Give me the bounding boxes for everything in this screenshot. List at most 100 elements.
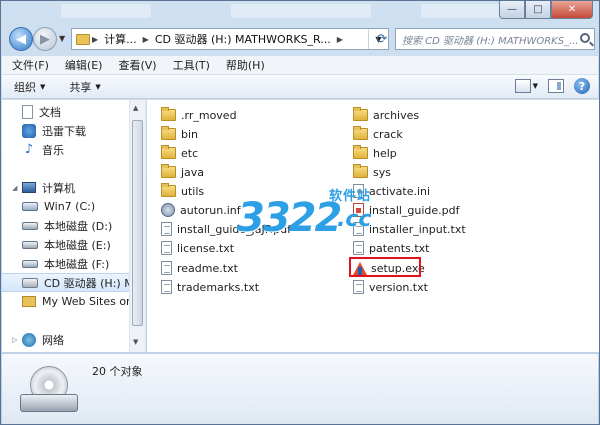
document-icon — [22, 104, 33, 119]
breadcrumb-separator-icon[interactable]: ▶ — [90, 35, 100, 44]
file-name: archives — [373, 108, 420, 122]
file-item[interactable]: autorun.inf — [161, 201, 241, 219]
cd-tray-icon — [20, 394, 78, 412]
forward-button[interactable]: ▶ — [33, 27, 57, 51]
text-file-icon — [161, 280, 172, 294]
nav-item-computer[interactable]: ◢ 计算机 — [2, 178, 129, 197]
text-file-icon — [161, 222, 172, 236]
item-count: 20 个对象 — [92, 365, 143, 378]
folder-icon — [161, 145, 176, 159]
menu-file[interactable]: 文件(F) — [12, 57, 49, 73]
recent-pages-dropdown[interactable]: ▼ — [59, 34, 65, 43]
file-item[interactable]: trademarks.txt — [161, 278, 259, 296]
file-item[interactable]: sys — [353, 163, 391, 181]
organize-button[interactable]: 组织 ▼ — [14, 79, 45, 95]
expand-arrow-icon[interactable]: ◢ — [12, 184, 20, 192]
breadcrumb-separator-icon[interactable]: ▶ — [141, 35, 151, 44]
file-item[interactable]: archives — [353, 106, 419, 124]
breadcrumb-computer[interactable]: 计算... — [100, 31, 141, 47]
file-item[interactable]: utils — [161, 182, 204, 200]
nav-item-label: 计算机 — [42, 181, 75, 195]
text-file-icon — [161, 261, 172, 275]
scroll-up-icon[interactable]: ▲ — [133, 104, 138, 112]
watermark-logo: 3322 .cc 软件站 — [237, 185, 407, 245]
explorer-window: — □ ✕ ◀ ▶ ▼ ▶ 计算... ▶ CD 驱动器 (H:) MATHWO… — [0, 0, 600, 425]
menu-edit[interactable]: 编辑(E) — [65, 57, 103, 73]
folder-icon — [161, 164, 176, 178]
nav-item-drive-d[interactable]: 本地磁盘 (D:) — [2, 216, 129, 235]
breadcrumb-cd-drive[interactable]: CD 驱动器 (H:) MATHWORKS_R... — [151, 31, 335, 47]
file-item[interactable]: license.txt — [161, 239, 234, 257]
folder-icon — [353, 145, 368, 159]
nav-item-network[interactable]: ▷ 网络 — [2, 330, 129, 349]
share-label: 共享 — [69, 80, 92, 94]
watermark-number: 3322 — [237, 195, 342, 241]
nav-item-drive-e[interactable]: 本地磁盘 (E:) — [2, 235, 129, 254]
nav-item-label: 迅雷下载 — [42, 124, 86, 138]
view-options-dropdown[interactable]: ▼ — [533, 82, 538, 90]
drive-icon — [22, 240, 38, 249]
nav-item-cd-drive[interactable]: CD 驱动器 (H:) M — [2, 273, 129, 292]
window-controls: — □ ✕ — [499, 1, 593, 19]
maximize-button[interactable]: □ — [525, 1, 551, 19]
scroll-down-icon[interactable]: ▼ — [133, 338, 138, 346]
menu-help[interactable]: 帮助(H) — [226, 57, 265, 73]
refresh-icon[interactable]: ⟳ — [373, 28, 391, 50]
file-item[interactable]: version.txt — [353, 278, 428, 296]
file-list: .rr_moved bin etc java utils autorun.inf… — [147, 100, 599, 352]
nav-item-label: My Web Sites or — [42, 295, 129, 308]
nav-item-drive-f[interactable]: 本地磁盘 (F:) — [2, 254, 129, 273]
minimize-button[interactable]: — — [499, 1, 525, 19]
file-item[interactable]: etc — [161, 144, 198, 162]
share-button[interactable]: 共享 ▼ — [69, 79, 100, 95]
background-window-tab — [231, 4, 371, 18]
breadcrumb-separator-icon[interactable]: ▶ — [335, 35, 345, 44]
folder-icon — [353, 107, 368, 121]
nav-item-my-web-sites[interactable]: My Web Sites or — [2, 292, 129, 311]
file-name: bin — [181, 127, 199, 141]
file-item[interactable]: crack — [353, 125, 403, 143]
nav-item-label: 音乐 — [42, 143, 64, 157]
nav-scrollbar[interactable]: ▲ ▼ — [129, 100, 145, 352]
nav-item-xunlei-downloads[interactable]: 迅雷下载 — [2, 121, 129, 140]
nav-item-drive-c[interactable]: Win7 (C:) — [2, 197, 129, 216]
file-item[interactable]: bin — [161, 125, 198, 143]
nav-item-music[interactable]: ♪ 音乐 — [2, 140, 129, 159]
command-bar: 组织 ▼ 共享 ▼ ▼ ? — [2, 75, 598, 99]
back-button[interactable]: ◀ — [9, 27, 33, 51]
search-input[interactable]: 搜索 CD 驱动器 (H:) MATHWORKS_... — [395, 28, 595, 50]
folder-icon — [353, 126, 368, 140]
nav-item-label: CD 驱动器 (H:) M — [44, 276, 129, 290]
chevron-down-icon: ▼ — [95, 82, 101, 91]
menu-view[interactable]: 查看(V) — [118, 57, 156, 73]
help-icon[interactable]: ? — [574, 78, 590, 94]
file-item[interactable]: java — [161, 163, 204, 181]
file-item[interactable]: help — [353, 144, 397, 162]
background-window-tab — [421, 4, 501, 18]
scrollbar-thumb[interactable] — [132, 120, 143, 326]
nav-item-label: 本地磁盘 (F:) — [44, 257, 110, 271]
close-button[interactable]: ✕ — [551, 1, 593, 19]
preview-pane-icon[interactable] — [548, 79, 564, 93]
nav-item-label: Win7 (C:) — [44, 200, 96, 213]
cd-drive-large-icon — [20, 364, 78, 414]
menu-tools[interactable]: 工具(T) — [173, 57, 210, 73]
nav-item-label: 本地磁盘 (E:) — [44, 238, 111, 252]
file-name: readme.txt — [177, 261, 238, 275]
expand-arrow-icon[interactable]: ▷ — [12, 336, 20, 344]
change-view-icon[interactable] — [514, 79, 531, 93]
search-icon[interactable] — [580, 33, 590, 43]
system-drive-icon — [22, 202, 38, 211]
nav-item-documents[interactable]: 文档 — [2, 102, 129, 121]
watermark-domain: .cc — [337, 207, 372, 232]
file-name: java — [181, 165, 205, 179]
xunlei-icon — [22, 123, 36, 138]
address-bar[interactable]: ▶ 计算... ▶ CD 驱动器 (H:) MATHWORKS_R... ▶ ▼ — [71, 28, 389, 50]
file-name: crack — [373, 127, 403, 141]
title-bar[interactable]: — □ ✕ — [1, 1, 599, 23]
background-window-tab — [61, 4, 151, 18]
address-row: ◀ ▶ ▼ ▶ 计算... ▶ CD 驱动器 (H:) MATHWORKS_R.… — [7, 25, 595, 53]
setup-highlight-box — [349, 257, 421, 277]
file-item[interactable]: readme.txt — [161, 259, 238, 277]
file-item[interactable]: .rr_moved — [161, 106, 237, 124]
